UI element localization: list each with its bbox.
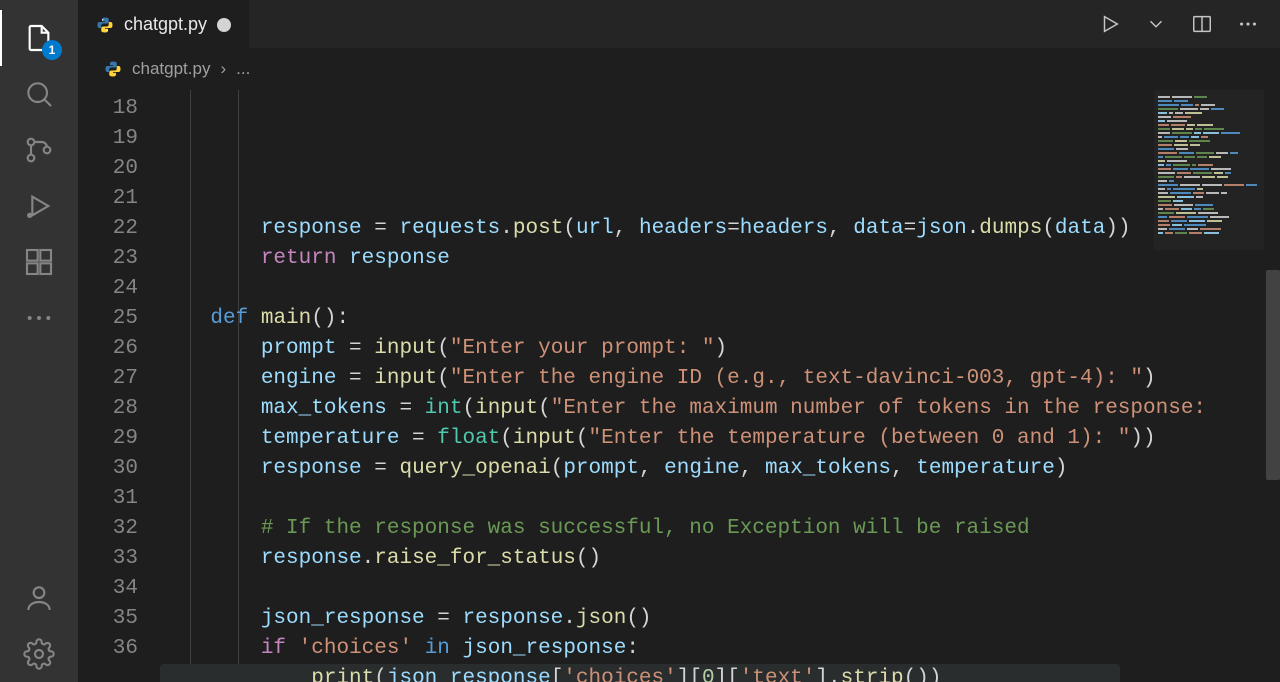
line-number: 35 <box>78 604 138 634</box>
line-number: 26 <box>78 334 138 364</box>
code-line[interactable] <box>160 274 1280 304</box>
line-number-gutter: 18192021222324252627282930313233343536 <box>78 90 160 682</box>
line-number: 34 <box>78 574 138 604</box>
explorer-badge: 1 <box>42 40 62 60</box>
breadcrumb-symbol: ... <box>236 59 250 79</box>
line-number: 33 <box>78 544 138 574</box>
dirty-indicator-icon <box>217 18 231 32</box>
line-number: 19 <box>78 124 138 154</box>
split-editor-button[interactable] <box>1182 4 1222 44</box>
code-line[interactable] <box>160 484 1280 514</box>
breadcrumb[interactable]: chatgpt.py › ... <box>78 48 1280 90</box>
line-number: 23 <box>78 244 138 274</box>
activity-bar: 1 <box>0 0 78 682</box>
more-actions-button[interactable] <box>1228 4 1268 44</box>
explorer-icon[interactable]: 1 <box>0 10 78 66</box>
line-number: 24 <box>78 274 138 304</box>
code-line[interactable]: temperature = float(input("Enter the tem… <box>160 424 1280 454</box>
chevron-right-icon: › <box>220 59 226 79</box>
run-file-button[interactable] <box>1090 4 1130 44</box>
line-number: 32 <box>78 514 138 544</box>
code-line[interactable]: response = query_openai(prompt, engine, … <box>160 454 1280 484</box>
line-number: 22 <box>78 214 138 244</box>
tab-bar: chatgpt.py <box>78 0 1280 48</box>
line-number: 27 <box>78 364 138 394</box>
line-number: 36 <box>78 634 138 664</box>
account-icon[interactable] <box>0 570 78 626</box>
code-line[interactable]: response = requests.post(url, headers=he… <box>160 214 1280 244</box>
code-line[interactable]: prompt = input("Enter your prompt: ") <box>160 334 1280 364</box>
code-line[interactable]: max_tokens = int(input("Enter the maximu… <box>160 394 1280 424</box>
code-line[interactable]: # If the response was successful, no Exc… <box>160 514 1280 544</box>
tab-label: chatgpt.py <box>124 14 207 35</box>
breadcrumb-file: chatgpt.py <box>132 59 210 79</box>
run-dropdown-button[interactable] <box>1136 4 1176 44</box>
line-number: 18 <box>78 94 138 124</box>
line-number: 30 <box>78 454 138 484</box>
run-debug-icon[interactable] <box>0 178 78 234</box>
code-line[interactable]: def main(): <box>160 304 1280 334</box>
code-line[interactable]: engine = input("Enter the engine ID (e.g… <box>160 364 1280 394</box>
code-line[interactable]: print(json_response['choices'][0]['text'… <box>160 664 1280 682</box>
source-control-icon[interactable] <box>0 122 78 178</box>
search-icon[interactable] <box>0 66 78 122</box>
line-number: 29 <box>78 424 138 454</box>
settings-gear-icon[interactable] <box>0 626 78 682</box>
line-number: 20 <box>78 154 138 184</box>
code-editor[interactable]: 18192021222324252627282930313233343536 r… <box>78 90 1280 682</box>
code-line[interactable] <box>160 574 1280 604</box>
line-number: 28 <box>78 394 138 424</box>
code-line[interactable]: response.raise_for_status() <box>160 544 1280 574</box>
code-line[interactable]: if 'choices' in json_response: <box>160 634 1280 664</box>
code-line[interactable]: json_response = response.json() <box>160 604 1280 634</box>
line-number: 25 <box>78 304 138 334</box>
code-area[interactable]: response = requests.post(url, headers=he… <box>160 90 1280 682</box>
code-line[interactable]: return response <box>160 244 1280 274</box>
line-number: 31 <box>78 484 138 514</box>
line-number: 21 <box>78 184 138 214</box>
python-file-icon <box>104 60 122 78</box>
extensions-icon[interactable] <box>0 234 78 290</box>
python-file-icon <box>96 16 114 34</box>
tab-chatgpt-py[interactable]: chatgpt.py <box>78 0 249 48</box>
more-icon[interactable] <box>0 290 78 346</box>
